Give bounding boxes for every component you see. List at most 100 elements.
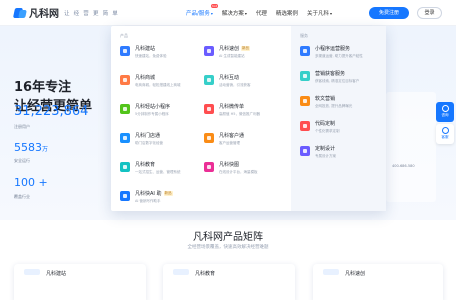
products-dropdown: 产品 凡科建站 快速建站，免费体验 凡科速创 新品 AI 生成智能建站凡科商城 电商商城，… [111, 26, 386, 211]
nav-item-about[interactable]: 关于凡科▾ [307, 9, 332, 17]
product-item[interactable]: 凡科快图 在线设计平台，海量模板 [204, 161, 282, 184]
product-desc: AI 营销写作助手 [135, 199, 161, 203]
service-item[interactable]: 代码定制 个性化需求定制 [300, 120, 377, 145]
service-text: 营销获客服务 获客线索, 精准定位目标客户 [315, 70, 359, 84]
product-text: 凡科微传单高颜值 H5，微信推广利器 [219, 103, 260, 117]
new-badge: 新品 [163, 191, 173, 196]
product-desc: 电商商城，轻松搭建线上商城 [135, 83, 181, 87]
page: 凡科网 让 经 营 更 简 单 产品/服务▾ hot 解决方案▾ 代理 精选案例… [0, 0, 456, 300]
service-item[interactable]: 营销获客服务 获客线索, 精准定位目标客户 [300, 70, 377, 95]
card-accent [323, 269, 339, 275]
service-item[interactable]: 软文营销 全网投放, 提升品牌曝光 [300, 95, 377, 120]
product-grid: 凡科建站 快速建站，免费体验 凡科速创 新品 AI 生成智能建站凡科商城 电商商城，轻松搭… [120, 45, 282, 213]
product-item[interactable]: 凡科教育 一站式招生、运营、管理系统 [120, 161, 198, 184]
service-name: 营销获客服务 [315, 71, 346, 77]
product-icon [120, 162, 130, 172]
stat-runtime-label: 安全运行 [14, 158, 30, 163]
matrix-title: 凡科网产品矩阵 [193, 232, 263, 243]
product-name: 凡科教育 [135, 162, 156, 168]
product-item[interactable]: 凡科建站 快速建站，免费体验 [120, 45, 198, 68]
product-desc: 高颜值 H5，微信推广利器 [219, 112, 260, 116]
product-text: 凡科互动 活动营销，引流获客 [219, 74, 251, 88]
chevron-down-icon: ▾ [329, 11, 332, 16]
product-name-row: 凡科微传单 [219, 103, 260, 110]
product-icon [204, 162, 214, 172]
product-name: 凡科速创 [219, 46, 240, 52]
product-name-row: 凡科快AI 助新品 [135, 190, 173, 197]
nav-item-label: 产品/服务 [186, 11, 210, 17]
service-icon [300, 71, 310, 81]
service-button[interactable]: 客服 [436, 124, 454, 144]
card-accent [24, 269, 40, 275]
product-name: 凡科客户通 [219, 133, 245, 139]
hot-badge: hot [210, 4, 218, 8]
stat-users-label: 注册用户 [14, 124, 30, 129]
product-text: 凡科轻站小程序 5分钟制作专属小程序 [135, 103, 170, 117]
free-register-button[interactable]: 免费注册 [369, 7, 409, 19]
product-item[interactable]: 凡科微传单高颜值 H5，微信推广利器 [204, 103, 282, 126]
logo[interactable]: 凡科网 [13, 5, 59, 20]
logo-mark-icon [13, 6, 27, 20]
service-name: 软文营销 [315, 96, 336, 102]
product-item[interactable]: 凡科轻站小程序 5分钟制作专属小程序 [120, 103, 198, 126]
product-name-row: 凡科客户通 [219, 132, 244, 139]
product-name-row: 凡科速创 新品 [219, 45, 251, 52]
product-name: 凡科建站 [135, 46, 156, 52]
service-name: 定制设计 [315, 146, 336, 152]
product-desc: 在线设计平台，海量模板 [219, 170, 258, 174]
product-name-row: 凡科轻站小程序 [135, 103, 170, 110]
product-icon [120, 75, 130, 85]
product-icon [204, 46, 214, 56]
nav-item-label: 解决方案 [221, 11, 244, 17]
service-item[interactable]: 小程序运营服务 多渠道运营, 助力提升客户粘性 [300, 45, 377, 70]
top-header: 凡科网 让 经 营 更 简 单 产品/服务▾ hot 解决方案▾ 代理 精选案例… [0, 0, 456, 26]
nav-item-solutions[interactable]: 解决方案▾ [222, 9, 247, 17]
matrix-card[interactable]: 凡科建站 [14, 264, 146, 300]
product-item[interactable]: 凡科速创 新品 AI 生成智能建站 [204, 45, 282, 68]
product-text: 凡科客户通客户运营管理 [219, 132, 244, 146]
nav-item-products[interactable]: 产品/服务▾ hot [186, 4, 218, 17]
stat-runtime: 5583万 [14, 141, 48, 154]
service-desc: 专属设计方案 [315, 154, 336, 158]
product-icon [120, 191, 130, 201]
product-item[interactable]: 凡科客户通客户运营管理 [204, 132, 282, 155]
matrix-card[interactable]: 凡科教育 [163, 264, 295, 300]
product-item[interactable]: 凡科互动 活动营销，引流获客 [204, 74, 282, 97]
service-name: 代码定制 [315, 121, 336, 127]
stat-industries-value: 100 [14, 176, 35, 189]
products-section-title: 产品 [120, 33, 128, 38]
matrix-subtitle: 全经营场景覆盖，快速高效解决经营难题 [187, 245, 269, 250]
nav-item-cases[interactable]: 精选案例 [276, 9, 298, 17]
product-text: 凡科速创 新品 AI 生成智能建站 [219, 45, 251, 59]
product-item[interactable]: 凡科商城 电商商城，轻松搭建线上商城 [120, 74, 198, 97]
nav-item-agent[interactable]: 代理 [256, 9, 267, 17]
product-icon [204, 133, 214, 143]
matrix-card[interactable]: 凡科速创 [313, 264, 443, 300]
service-name: 小程序运营服务 [315, 46, 351, 52]
new-badge: 新品 [241, 46, 251, 51]
login-button[interactable]: 登录 [417, 7, 442, 19]
product-name: 凡科门店通 [135, 133, 161, 139]
hero-title-line1: 16年专注 [14, 80, 72, 95]
consult-button[interactable]: 咨询 [436, 102, 454, 122]
service-text: 小程序运营服务 多渠道运营, 助力提升客户粘性 [315, 45, 363, 59]
main-nav: 产品/服务▾ hot 解决方案▾ 代理 精选案例 关于凡科▾ [186, 0, 341, 26]
service-text: 代码定制 个性化需求定制 [315, 120, 340, 134]
product-matrix-section: 凡科网产品矩阵 全经营场景覆盖，快速高效解决经营难题 凡科建站 凡科教育 凡科速… [0, 220, 456, 300]
product-name-row: 凡科门店通 [135, 132, 163, 139]
matrix-card-name: 凡科建站 [46, 271, 67, 277]
product-name: 凡科互动 [219, 75, 240, 81]
product-item[interactable]: 凡科门店通 助门店数字化经营 [120, 132, 198, 155]
product-text: 凡科建站 快速建站，免费体验 [135, 45, 167, 59]
service-icon [300, 96, 310, 106]
service-text: 定制设计专属设计方案 [315, 145, 336, 159]
service-icon [300, 146, 310, 156]
product-item[interactable]: 凡科快AI 助新品 AI 营销写作助手 [120, 190, 198, 213]
hero-illustration-card [386, 92, 436, 202]
headset-icon [441, 127, 449, 134]
product-text: 凡科快图 在线设计平台，海量模板 [219, 161, 258, 175]
product-desc: 客户运营管理 [219, 141, 240, 145]
service-item[interactable]: 定制设计专属设计方案 [300, 145, 377, 170]
consult-label: 咨询 [441, 113, 449, 117]
product-text: 凡科快AI 助新品 AI 营销写作助手 [135, 190, 173, 204]
